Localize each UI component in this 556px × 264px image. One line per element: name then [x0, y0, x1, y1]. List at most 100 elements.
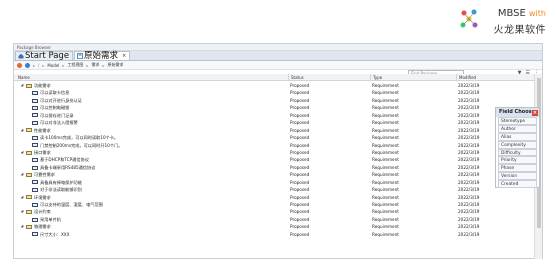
table-row[interactable]: 可以读取卡信息 Proposed Requirement 2022/3/19: [14, 89, 534, 96]
logo-subtitle: 火龙果软件: [493, 25, 546, 36]
field-chooser-item[interactable]: Phase: [498, 164, 537, 173]
field-chooser-panel: Field Chooser × Stereotype Author Alias Com…: [495, 107, 540, 189]
row-type: Requirement: [372, 90, 399, 96]
home-icon: [18, 53, 24, 59]
table-row[interactable]: 门禁控制200ms完成，可以同时开10个门。 Proposed Requiremen…: [14, 142, 534, 149]
row-type: Requirement: [372, 157, 399, 163]
table-row[interactable]: ◢ 可靠性需求 Proposed Requirement 2022/3/19: [14, 171, 534, 178]
expand-triangle-icon[interactable]: ◢: [20, 208, 24, 215]
table-row[interactable]: 具备卡端采用RS485通信协议 Proposed Requirement 2022/3…: [14, 164, 534, 171]
field-chooser-item[interactable]: Alias: [498, 132, 537, 141]
column-header: Name Status Type Modified: [14, 74, 542, 81]
row-status: Proposed: [290, 224, 310, 230]
row-status: Proposed: [290, 142, 310, 148]
row-name: ◢ 可靠性需求: [20, 171, 55, 178]
row-type: Requirement: [372, 179, 399, 185]
requirement-icon: [32, 98, 38, 103]
forward-icon[interactable]: [25, 62, 30, 68]
requirement-icon: [32, 91, 38, 96]
row-modified: 2022/3/19: [458, 194, 480, 200]
row-name: 门禁控制200ms完成，可以同时开10个门。: [32, 142, 122, 149]
close-icon[interactable]: ×: [532, 109, 538, 116]
row-type: Requirement: [372, 209, 399, 215]
row-type: Requirement: [372, 224, 399, 230]
column-type[interactable]: Type: [370, 74, 454, 81]
row-modified: 2022/3/19: [458, 112, 480, 118]
row-type: Requirement: [372, 172, 399, 178]
table-row[interactable]: ◢ 接口需求 Proposed Requirement 2022/3/19: [14, 149, 534, 156]
table-row[interactable]: 具备具有掉电保护功能 Proposed Requirement 2022/3/19: [14, 179, 534, 186]
table-row[interactable]: 读卡100ms完成，可以同时读取10个卡。 Proposed Requirement…: [14, 134, 534, 141]
breadcrumb-item[interactable]: 原始需求: [107, 62, 123, 68]
row-name: ◢ 物理需求: [20, 223, 51, 230]
breadcrumb-item[interactable]: 工程视图: [67, 62, 83, 68]
table-row[interactable]: 对于非法读取能够识别 Proposed Requirement 2022/3/19: [14, 186, 534, 193]
table-row[interactable]: ◢ 功能需求 Proposed Requirement 2022/3/19: [14, 82, 534, 89]
field-chooser-item[interactable]: Priority: [498, 156, 537, 165]
field-chooser-item[interactable]: Complexity: [498, 140, 537, 149]
package-icon: [26, 195, 32, 200]
row-status: Proposed: [290, 135, 310, 141]
column-status[interactable]: Status: [288, 74, 368, 81]
expand-triangle-icon[interactable]: ◢: [20, 223, 24, 230]
table-row[interactable]: ◢ 设计约束 Proposed Requirement 2022/3/19: [14, 208, 534, 215]
row-modified: 2022/3/19: [458, 149, 480, 155]
table-row[interactable]: 可以控制电磁锁 Proposed Requirement 2022/3/19: [14, 104, 534, 111]
tab-original-requirements[interactable]: 原始需求 ×: [74, 51, 131, 61]
row-modified: 2022/3/19: [458, 83, 480, 88]
breadcrumb-item[interactable]: Model: [47, 63, 59, 68]
close-icon[interactable]: ×: [122, 52, 126, 61]
row-modified: 2022/3/19: [458, 127, 480, 133]
requirement-icon: [32, 202, 38, 207]
package-icon: [26, 172, 32, 177]
row-name: ◢ 功能需求: [20, 82, 51, 89]
requirement-icon: [32, 120, 38, 125]
table-row[interactable]: 可以支持的温度、湿度、电气范围 Proposed Requirement 2022/3…: [14, 201, 534, 208]
table-row[interactable]: 可以对非法入侵报警 Proposed Requirement 2022/3/19: [14, 119, 534, 126]
field-chooser-item[interactable]: Difficulty: [498, 148, 537, 157]
table-row[interactable]: 尺寸大小：XXX Proposed Requirement 2022/3/19: [14, 231, 534, 238]
table-row[interactable]: ◢ 性能需求 Proposed Requirement 2022/3/19: [14, 127, 534, 134]
row-status: Proposed: [290, 105, 310, 111]
row-modified: 2022/3/19: [458, 90, 480, 96]
row-name: 基于DHCP和TCP通信协议: [32, 156, 89, 163]
row-status: Proposed: [290, 83, 310, 88]
field-chooser-item[interactable]: Stereotype: [498, 117, 537, 125]
row-type: Requirement: [372, 149, 399, 155]
row-status: Proposed: [290, 164, 310, 170]
row-status: Proposed: [290, 216, 310, 222]
table-row[interactable]: ◢ 物理需求 Proposed Requirement 2022/3/19: [14, 223, 534, 230]
table-row[interactable]: 基于DHCP和TCP通信协议 Proposed Requirement 2022/3/…: [14, 156, 534, 163]
requirement-icon: [32, 143, 38, 148]
column-name[interactable]: Name: [14, 74, 286, 81]
logo-icon: [460, 9, 478, 28]
row-modified: 2022/3/19: [458, 157, 480, 163]
table-row[interactable]: ◢ 环境需求 Proposed Requirement 2022/3/19: [14, 194, 534, 201]
expand-triangle-icon[interactable]: ◢: [20, 82, 24, 89]
field-chooser-item[interactable]: Created: [498, 180, 537, 189]
expand-triangle-icon[interactable]: ◢: [20, 127, 24, 134]
field-chooser-item[interactable]: Version: [498, 172, 537, 181]
requirement-icon: [32, 158, 38, 163]
logo-title: MBSE with: [497, 8, 546, 19]
tab-start-page[interactable]: Start Page: [15, 51, 74, 60]
row-status: Proposed: [290, 231, 310, 237]
window-title: Package Browser: [14, 44, 542, 51]
requirement-icon: [32, 187, 38, 192]
expand-triangle-icon[interactable]: ◢: [20, 149, 24, 156]
table-row[interactable]: 采用单片机 Proposed Requirement 2022/3/19: [14, 216, 534, 223]
row-type: Requirement: [372, 135, 399, 141]
expand-triangle-icon[interactable]: ◢: [20, 171, 24, 178]
row-name: 读卡100ms完成，可以同时读取10个卡。: [32, 134, 118, 141]
column-modified[interactable]: Modified: [456, 74, 542, 81]
back-icon[interactable]: [17, 62, 22, 68]
breadcrumb-item[interactable]: 需求: [91, 62, 99, 68]
field-chooser-item[interactable]: Author: [498, 124, 537, 133]
table-row[interactable]: 可以对开进行身份认证 Proposed Requirement 2022/3/19: [14, 97, 534, 104]
expand-triangle-icon[interactable]: ◢: [20, 194, 24, 201]
table-row[interactable]: 可以保存进门记录 Proposed Requirement 2022/3/19: [14, 112, 534, 119]
row-modified: 2022/3/19: [458, 187, 480, 193]
row-type: Requirement: [372, 202, 399, 207]
row-status: Proposed: [290, 90, 310, 96]
row-name: 可以对开进行身份认证: [32, 97, 82, 104]
